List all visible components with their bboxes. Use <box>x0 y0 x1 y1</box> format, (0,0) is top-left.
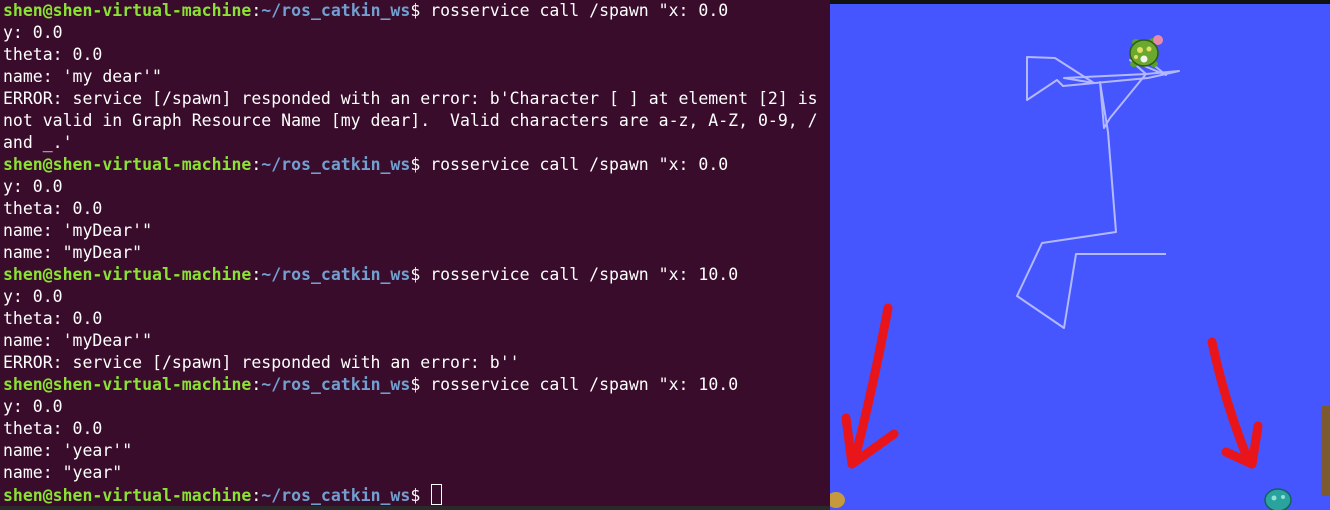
terminal-output-line: ERROR: service [/spawn] responded with a… <box>3 89 818 108</box>
prompt-separator: : <box>251 486 262 505</box>
terminal-output-line: y: 0.0 <box>3 287 63 306</box>
command-text: rosservice call /spawn "x: 0.0 <box>430 155 729 174</box>
prompt-path: ~/ros_catkin_ws <box>261 155 411 174</box>
terminal-prompt-line: shen@shen-virtual-machine:~/ros_catkin_w… <box>3 374 738 396</box>
command-text: rosservice call /spawn "x: 0.0 <box>430 1 729 20</box>
prompt-user: shen@shen-virtual-machine <box>3 486 252 505</box>
turtle-icon <box>1129 35 1163 67</box>
command-text: rosservice call /spawn "x: 10.0 <box>430 375 739 394</box>
terminal-output-line: y: 0.0 <box>3 177 63 196</box>
terminal-output-line: ERROR: service [/spawn] responded with a… <box>3 353 520 372</box>
red-arrow-annotation-left <box>841 303 899 469</box>
terminal-output-line: theta: 0.0 <box>3 199 103 218</box>
prompt-dollar: $ <box>410 375 431 394</box>
prompt-dollar: $ <box>410 1 431 20</box>
prompt-dollar: $ <box>410 155 431 174</box>
prompt-path: ~/ros_catkin_ws <box>261 486 411 505</box>
terminal-prompt-line: shen@shen-virtual-machine:~/ros_catkin_w… <box>3 484 443 506</box>
turtle-icon-bottom-right <box>1264 488 1292 510</box>
bottom-strip <box>0 506 830 510</box>
terminal-output-line: y: 0.0 <box>3 397 63 416</box>
terminal-output-line: name: 'myDear'" <box>3 221 153 240</box>
turtle-icon-bottom-left <box>830 492 845 508</box>
terminal-output-line: not valid in Graph Resource Name [my dea… <box>3 111 818 130</box>
terminal-output-line: y: 0.0 <box>3 23 63 42</box>
turtle-path <box>1016 54 1180 329</box>
terminal-prompt-line: shen@shen-virtual-machine:~/ros_catkin_w… <box>3 264 738 286</box>
terminal-output-line: name: "year" <box>3 463 123 482</box>
prompt-user: shen@shen-virtual-machine <box>3 265 252 284</box>
terminal-output-line: theta: 0.0 <box>3 419 103 438</box>
prompt-dollar: $ <box>410 486 431 505</box>
terminal-prompt-line: shen@shen-virtual-machine:~/ros_catkin_w… <box>3 154 728 176</box>
terminal-output-line: and _.' <box>3 133 73 152</box>
prompt-user: shen@shen-virtual-machine <box>3 1 252 20</box>
right-edge-strip <box>1322 406 1330 496</box>
terminal-output-line: name: 'year'" <box>3 441 133 460</box>
prompt-user: shen@shen-virtual-machine <box>3 155 252 174</box>
terminal-output-line: theta: 0.0 <box>3 309 103 328</box>
prompt-separator: : <box>251 265 262 284</box>
terminal-cursor[interactable] <box>431 484 443 505</box>
terminal-output-line: name: 'my dear'" <box>3 67 162 86</box>
terminal-window[interactable]: shen@shen-virtual-machine:~/ros_catkin_w… <box>0 0 830 510</box>
terminal-output-line: name: 'myDear'" <box>3 331 153 350</box>
prompt-path: ~/ros_catkin_ws <box>261 1 411 20</box>
prompt-path: ~/ros_catkin_ws <box>261 265 411 284</box>
prompt-user: shen@shen-virtual-machine <box>3 375 252 394</box>
window-top-border <box>830 0 1330 4</box>
turtlesim-canvas <box>830 0 1330 510</box>
terminal-output-line: theta: 0.0 <box>3 45 103 64</box>
terminal-prompt-line: shen@shen-virtual-machine:~/ros_catkin_w… <box>3 0 728 22</box>
prompt-separator: : <box>251 375 262 394</box>
prompt-path: ~/ros_catkin_ws <box>261 375 411 394</box>
terminal-output-line: name: "myDear" <box>3 243 143 262</box>
prompt-separator: : <box>251 1 262 20</box>
red-arrow-annotation-right <box>1207 337 1263 469</box>
prompt-separator: : <box>251 155 262 174</box>
prompt-dollar: $ <box>410 265 431 284</box>
command-text: rosservice call /spawn "x: 10.0 <box>430 265 739 284</box>
turtlesim-window <box>830 0 1330 510</box>
